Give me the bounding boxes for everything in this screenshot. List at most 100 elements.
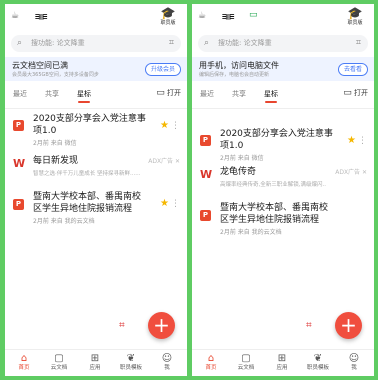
folder-icon: ▭ <box>156 88 165 98</box>
staff-edition-label: 职员版 <box>347 20 363 26</box>
banner-title: 用手机，访问电脑文件 <box>199 61 279 70</box>
tab-recent[interactable]: 最近 <box>200 89 214 99</box>
go-see-button[interactable]: 去看看 <box>337 63 368 76</box>
ppt-icon: P <box>13 120 24 131</box>
templates-icon: ❦ <box>126 353 136 364</box>
templates-icon: ❦ <box>313 353 323 364</box>
ad-subtitle: 智慧之选·伴千万儿童成长 坚持探寻新鲜...... <box>33 171 141 177</box>
phone-screen-right: ☕ ≡▥≡ ▭ 🎓 职员版 ⌕ 搜功能: 论文降重 ⌗ 用手机，访问电脑文件 编… <box>192 4 374 376</box>
graduation-cap-icon: 🎓 <box>347 6 363 20</box>
open-button[interactable]: ▭ 打开 <box>156 88 181 98</box>
search-bar[interactable]: ⌕ 搜功能: 论文降重 ⌗ <box>198 35 368 52</box>
file-meta: 2月前 来自 我的云文档 <box>33 218 95 225</box>
apps-grid-icon: ⊞ <box>90 353 100 364</box>
nav-cloud-docs[interactable]: ▢ 云文档 <box>228 353 264 373</box>
cup-icon: ☕ <box>198 11 207 21</box>
more-icon[interactable]: ⋮ <box>358 136 367 146</box>
nav-label: 我 <box>351 365 357 371</box>
nav-home[interactable]: ⌂ 首页 <box>6 353 42 373</box>
status-glyph: ≡▥≡ <box>222 12 234 21</box>
open-label: 打开 <box>354 89 368 97</box>
scan-icon[interactable]: ⌗ <box>356 37 361 49</box>
open-label: 打开 <box>167 89 181 97</box>
staff-edition-button[interactable]: 🎓 职员版 <box>342 7 368 27</box>
file-title: 2020支部分享会入党注意事 <box>220 129 333 139</box>
star-icon[interactable]: ★ <box>160 198 169 209</box>
ad-row[interactable]: W 每日新发现 智慧之选·伴千万儿童成长 坚持探寻新鲜...... ADX广告 … <box>5 154 187 184</box>
file-title: 暨南大学校本部、番禺南校 <box>220 203 329 213</box>
nav-label: 云文档 <box>50 365 68 371</box>
wps-logo-icon: W <box>200 168 213 181</box>
tab-bar: 最近 共享 星标 ▭ 打开 <box>5 86 187 109</box>
star-icon[interactable]: ★ <box>347 135 356 146</box>
tab-shared[interactable]: 共享 <box>232 89 246 99</box>
nav-label: 应用 <box>89 365 101 371</box>
ppt-icon: P <box>200 210 211 221</box>
search-bar[interactable]: ⌕ 搜功能: 论文降重 ⌗ <box>11 35 181 52</box>
file-title-line2: 项1.0 <box>33 126 57 136</box>
apps-grid-icon: ⊞ <box>277 353 287 364</box>
more-icon[interactable]: ⋮ <box>171 199 180 209</box>
home-icon: ⌂ <box>207 353 215 364</box>
staff-edition-button[interactable]: 🎓 职员版 <box>155 7 181 27</box>
home-icon: ⌂ <box>20 353 28 364</box>
staff-edition-label: 职员版 <box>160 20 176 26</box>
nav-me[interactable]: ☺ 我 <box>149 353 185 373</box>
chat-icon: ▭ <box>249 10 258 20</box>
tab-recent[interactable]: 最近 <box>13 89 27 99</box>
nav-label: 应用 <box>276 365 288 371</box>
ppt-icon: P <box>200 135 211 146</box>
nav-apps[interactable]: ⊞ 应用 <box>264 353 300 373</box>
camera-scan-icon[interactable]: ⌗ <box>306 320 312 331</box>
tab-starred[interactable]: 星标 <box>77 89 91 103</box>
file-title-line2: 区学生异地住院报销流程 <box>33 204 133 214</box>
scan-icon[interactable]: ⌗ <box>169 37 174 49</box>
more-icon[interactable]: ⋮ <box>171 121 180 131</box>
search-placeholder: 搜功能: 论文降重 <box>218 39 272 47</box>
remote-files-banner[interactable]: 用手机，访问电脑文件 编辑后保存，电脑也会自动更新 去看看 <box>192 57 374 81</box>
nav-label: 首页 <box>205 365 217 371</box>
tab-bar: 最近 共享 星标 ▭ 打开 <box>192 86 374 109</box>
file-row[interactable]: P 2020支部分享会入党注意事 项1.0 2月前 来自 微信 ★ ⋮ <box>5 112 187 150</box>
phone-screen-left: ☕ ≡▥≡ 🎓 职员版 ⌕ 搜功能: 论文降重 ⌗ 云文档空间已满 会员最大36… <box>5 4 187 376</box>
nav-label: 云文档 <box>237 365 255 371</box>
ad-title: 每日新发现 <box>33 156 79 166</box>
nav-label: 职员模板 <box>306 365 329 371</box>
file-title-line2: 区学生异地住院报销流程 <box>220 215 320 225</box>
nav-cloud-docs[interactable]: ▢ 云文档 <box>41 353 77 373</box>
status-bar: ☕ ≡▥≡ 🎓 职员版 <box>5 4 187 34</box>
storage-banner[interactable]: 云文档空间已满 会员最大365GB空间，支持多设备同步 升级会员 <box>5 57 187 81</box>
nav-me[interactable]: ☺ 我 <box>336 353 372 373</box>
star-icon[interactable]: ★ <box>160 120 169 131</box>
add-button[interactable]: + <box>335 312 362 339</box>
upgrade-button[interactable]: 升级会员 <box>144 63 181 76</box>
file-row[interactable]: P 暨南大学校本部、番禺南校 区学生异地住院报销流程 2月前 来自 我的云文档 … <box>5 190 187 230</box>
file-title: 2020支部分享会入党注意事 <box>33 114 146 124</box>
file-title: 暨南大学校本部、番禺南校 <box>33 192 142 202</box>
user-icon: ☺ <box>348 353 360 364</box>
ad-tag[interactable]: ADX广告 ✕ <box>335 167 367 176</box>
ad-tag[interactable]: ADX广告 ✕ <box>148 156 180 165</box>
graduation-cap-icon: 🎓 <box>160 6 176 20</box>
bottom-nav: ⌂ 首页 ▢ 云文档 ⊞ 应用 ❦ 职员模板 ☺ 我 <box>5 349 187 376</box>
camera-scan-icon[interactable]: ⌗ <box>119 320 125 331</box>
file-title-line2: 项1.0 <box>220 141 244 151</box>
file-meta: 2月前 来自 微信 <box>33 140 77 147</box>
nav-templates[interactable]: ❦ 职员模板 <box>300 353 336 373</box>
open-button[interactable]: ▭ 打开 <box>343 88 368 98</box>
tab-shared[interactable]: 共享 <box>45 89 59 99</box>
nav-templates[interactable]: ❦ 职员模板 <box>113 353 149 373</box>
nav-home[interactable]: ⌂ 首页 <box>193 353 229 373</box>
status-glyph: ≡▥≡ <box>35 12 47 21</box>
tab-starred[interactable]: 星标 <box>264 89 278 103</box>
ad-row[interactable]: W 龙龟传奇 高爆率经典传奇,全新三职业解锁,满级爆闪.. ADX广告 ✕ <box>192 165 374 195</box>
file-row[interactable]: P 暨南大学校本部、番禺南校 区学生异地住院报销流程 2月前 来自 我的云文档 <box>192 201 374 241</box>
wps-logo-icon: W <box>13 157 26 170</box>
search-placeholder: 搜功能: 论文降重 <box>31 39 85 47</box>
nav-label: 我 <box>164 365 170 371</box>
banner-title: 云文档空间已满 <box>12 61 68 70</box>
add-button[interactable]: + <box>148 312 175 339</box>
search-icon: ⌕ <box>204 38 210 48</box>
nav-apps[interactable]: ⊞ 应用 <box>77 353 113 373</box>
file-row[interactable]: P 2020支部分享会入党注意事 项1.0 2月前 来自 微信 ★ ⋮ <box>192 127 374 165</box>
